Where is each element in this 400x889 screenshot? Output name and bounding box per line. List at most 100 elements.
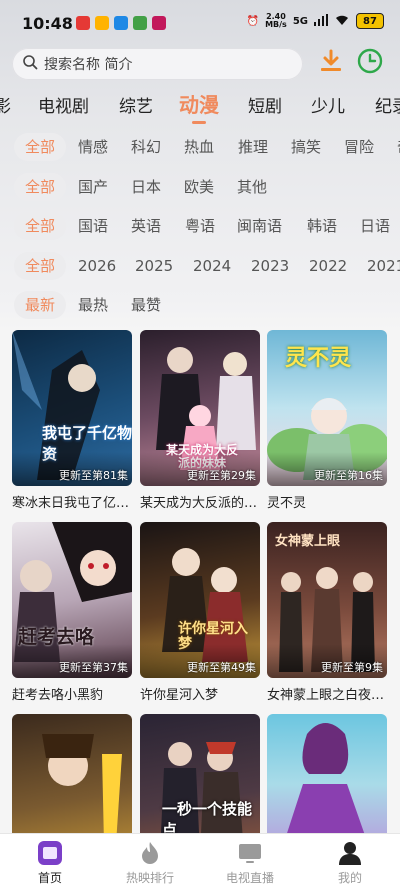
search-input[interactable]: 搜索名称 简介 <box>12 48 303 80</box>
anime-card[interactable]: 灵不灵 更新至第16集 灵不灵 <box>267 330 387 511</box>
filter-chip[interactable]: 英语 <box>120 212 172 240</box>
filter-chip[interactable]: 2022 <box>298 252 358 280</box>
signal-label: 5G <box>292 15 308 27</box>
filter-chip[interactable]: 推理 <box>227 133 279 161</box>
active-tab-indicator <box>192 121 206 124</box>
anime-title: 许你星河入梦 <box>140 688 219 703</box>
filter-chip[interactable]: 其他 <box>226 173 278 201</box>
filter-chip[interactable]: 2023 <box>240 252 300 280</box>
sort-chip-top-rated[interactable]: 最赞 <box>120 291 172 319</box>
sort-chip-hottest[interactable]: 最热 <box>67 291 119 319</box>
nav-label: 我的 <box>337 871 362 885</box>
anime-card[interactable]: 许你星河入梦 更新至第49集 许你星河入梦 <box>140 522 260 703</box>
status-bar: 10:48 ⏰ 2.40 MB/s 5G 87 <box>0 0 400 44</box>
filter-chip[interactable]: 全部 <box>14 173 67 201</box>
download-icon <box>318 48 344 78</box>
app-icon <box>95 16 109 30</box>
filter-language-row: 全部 国语 英语 粤语 闽南语 韩语 日语 <box>0 212 400 242</box>
anime-card[interactable]: 女神蒙上眼 更新至第9集 女神蒙上眼之白夜审判 <box>267 522 387 703</box>
search-icon <box>22 54 38 74</box>
episode-badge: 更新至第16集 <box>314 469 383 482</box>
tab-movie[interactable]: 影 <box>0 92 11 117</box>
poster-image: 我屯了千亿物资 更新至第81集 <box>12 330 132 486</box>
filter-chip[interactable]: 闽南语 <box>226 212 293 240</box>
filter-chip[interactable]: 全部 <box>14 252 67 280</box>
tab-variety[interactable]: 综艺 <box>119 92 153 117</box>
tv-icon <box>237 840 263 866</box>
category-tabs: 影 电视剧 综艺 动漫 短剧 少儿 纪录 <box>0 84 400 126</box>
signal-icon <box>314 13 328 29</box>
filter-chip[interactable]: 粤语 <box>174 212 226 240</box>
nav-label: 热映排行 <box>125 871 174 885</box>
weibo-icon <box>76 16 90 30</box>
tab-short-drama[interactable]: 短剧 <box>248 92 282 117</box>
filter-chip[interactable]: 日本 <box>120 173 172 201</box>
app-icon <box>152 16 166 30</box>
user-icon <box>337 840 363 866</box>
network-speed: 2.40 MB/s <box>265 12 287 29</box>
anime-title: 赶考去咯小黑豹 <box>12 688 104 703</box>
poster-title-art: 灵不灵 <box>285 346 352 371</box>
tab-anime[interactable]: 动漫 <box>179 89 219 118</box>
filter-chip[interactable]: 全部 <box>14 212 67 240</box>
tab-kids[interactable]: 少儿 <box>311 92 345 117</box>
flame-icon <box>137 840 163 866</box>
filter-chip[interactable]: 2025 <box>124 252 184 280</box>
filter-chip[interactable]: 热血 <box>173 133 225 161</box>
filter-chip[interactable]: 2021 <box>356 252 400 280</box>
anime-card[interactable]: 我屯了千亿物资 更新至第81集 寒冰末日我屯了亿万物资 <box>12 330 132 511</box>
nav-live-tv[interactable]: 电视直播 <box>210 840 290 886</box>
poster-title-art: 女神蒙上眼 <box>275 534 341 549</box>
tab-documentary[interactable]: 纪录 <box>375 92 400 117</box>
clock: 10:48 <box>22 14 73 33</box>
anime-title: 寒冰末日我屯了亿万物资 <box>12 496 132 511</box>
filter-chip[interactable]: 搞笑 <box>280 133 332 161</box>
filter-chip[interactable]: 2024 <box>182 252 242 280</box>
episode-badge: 更新至第49集 <box>187 661 256 674</box>
episode-badge: 更新至第29集 <box>187 469 256 482</box>
filter-chip[interactable]: 全部 <box>14 133 67 161</box>
sort-chip-latest[interactable]: 最新 <box>14 291 67 319</box>
tab-tv-series[interactable]: 电视剧 <box>38 92 89 117</box>
app-icon <box>114 16 128 30</box>
poster-image: 赶考去咯 更新至第37集 <box>12 522 132 678</box>
episode-badge: 更新至第81集 <box>59 469 128 482</box>
filter-chip[interactable]: 欧美 <box>173 173 225 201</box>
nav-ranking[interactable]: 热映排行 <box>110 840 190 886</box>
clock-history-icon <box>356 47 384 79</box>
anime-card[interactable]: 赶考去咯 更新至第37集 赶考去咯小黑豹 <box>12 522 132 703</box>
episode-badge: 更新至第9集 <box>321 661 383 674</box>
bottom-navigation: 首页 热映排行 电视直播 我的 <box>0 833 400 889</box>
anime-card[interactable]: 某天成为大反派的妹妹 更新至第29集 某天成为大反派的妹妹 <box>140 330 260 511</box>
filter-chip[interactable]: 冒险 <box>333 133 385 161</box>
filter-chip[interactable]: 日语 <box>349 212 400 240</box>
battery-indicator: 87 <box>356 13 384 29</box>
history-button[interactable] <box>353 46 387 80</box>
nav-label: 首页 <box>37 871 62 885</box>
episode-badge: 更新至第37集 <box>59 661 128 674</box>
filter-chip[interactable]: 情感 <box>67 133 119 161</box>
filter-chip[interactable]: 韩语 <box>296 212 348 240</box>
nav-home[interactable]: 首页 <box>10 840 90 886</box>
filter-year-row: 全部 2026 2025 2024 2023 2022 2021 <box>0 252 400 282</box>
filter-chip[interactable]: 2026 <box>67 252 127 280</box>
anime-title: 灵不灵 <box>267 496 307 511</box>
wifi-icon <box>334 14 350 29</box>
app-icon <box>133 16 147 30</box>
filter-sort-row: 最新 最热 最赞 <box>0 291 400 321</box>
download-button[interactable] <box>314 46 348 80</box>
poster-image: 许你星河入梦 更新至第49集 <box>140 522 260 678</box>
poster-image: 灵不灵 更新至第16集 <box>267 330 387 486</box>
anime-title: 女神蒙上眼之白夜审判 <box>267 688 387 703</box>
filter-chip[interactable]: 奇 <box>386 133 400 161</box>
poster-image: 女神蒙上眼 更新至第9集 <box>267 522 387 678</box>
anime-title: 某天成为大反派的妹妹 <box>140 496 260 511</box>
filter-chip[interactable]: 国产 <box>67 173 119 201</box>
poster-image: 某天成为大反派的妹妹 更新至第29集 <box>140 330 260 486</box>
nav-label: 电视直播 <box>225 871 274 885</box>
nav-profile[interactable]: 我的 <box>310 840 390 886</box>
filter-chip[interactable]: 科幻 <box>120 133 172 161</box>
filter-chip[interactable]: 国语 <box>67 212 119 240</box>
filter-genre-row: 全部 情感 科幻 热血 推理 搞笑 冒险 奇 <box>0 133 400 163</box>
home-app-icon <box>37 840 63 866</box>
